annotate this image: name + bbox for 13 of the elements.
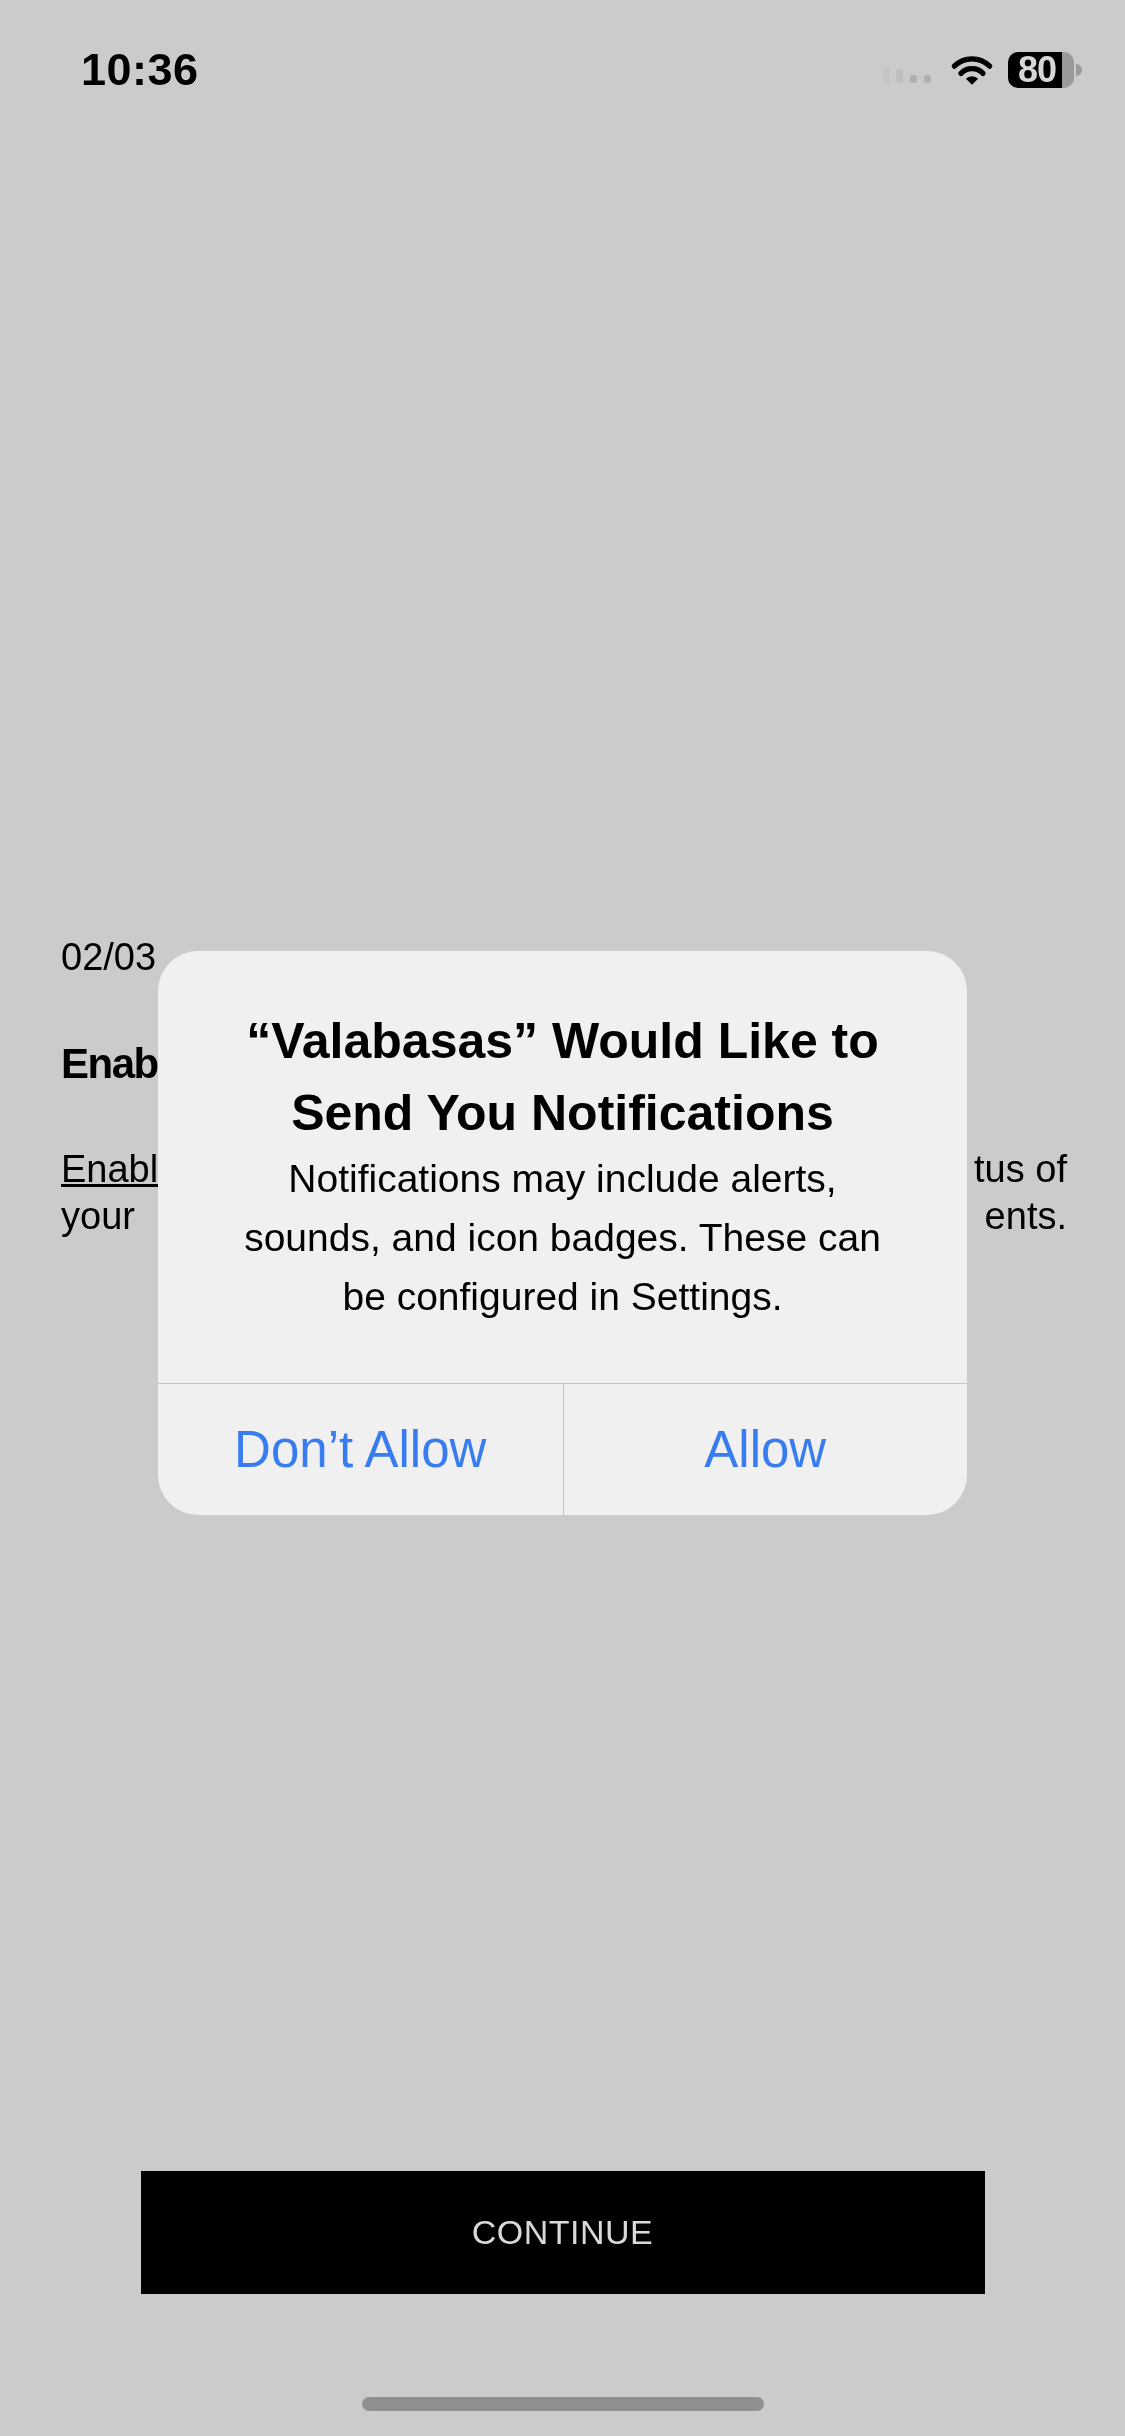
- description-text: your: [61, 1194, 135, 1239]
- continue-button[interactable]: CONTINUE: [140, 2171, 985, 2294]
- alert-title: “Valabasas” Would Like to Send You Notifications: [245, 1012, 880, 1143]
- description-text: ents.: [984, 1194, 1067, 1239]
- wifi-icon: [950, 54, 994, 86]
- page-heading: Enab: [61, 1039, 158, 1089]
- description-text: tus of: [974, 1147, 1067, 1192]
- step-counter: 02/03: [61, 935, 157, 980]
- battery-percentage: 80: [1018, 52, 1057, 88]
- description-link[interactable]: Enabl: [61, 1146, 159, 1193]
- signal-icon: [883, 65, 934, 83]
- status-time: 10:36: [81, 44, 199, 96]
- alert-message: Notifications may include alerts, sounds, and icon badges. These can be configured in Settings.: [243, 1156, 882, 1320]
